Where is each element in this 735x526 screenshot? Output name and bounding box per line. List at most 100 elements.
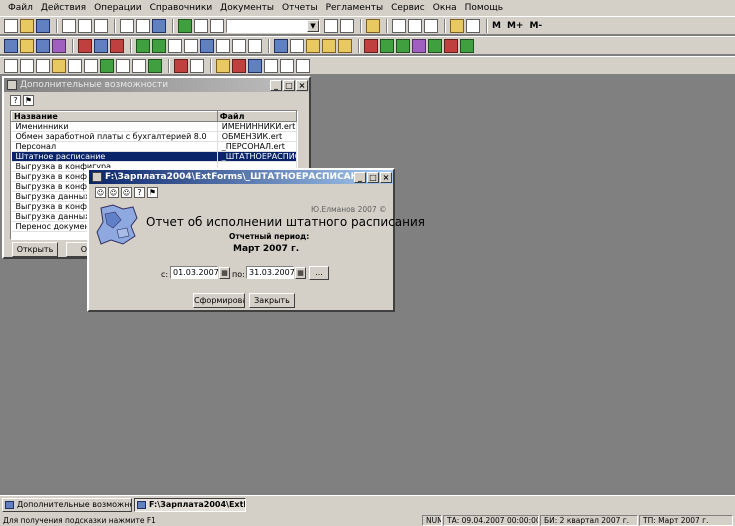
menu-references[interactable]: Справочники: [146, 0, 217, 16]
task-report[interactable]: F:\Зарплата2004\ExtForms...: [134, 498, 246, 512]
clock-icon[interactable]: [296, 58, 310, 73]
minimize-button[interactable]: _: [354, 171, 366, 183]
chart-bar-icon[interactable]: [52, 58, 66, 73]
additional-features-titlebar[interactable]: Дополнительные возможности _ □ ×: [4, 78, 309, 92]
document-2-icon[interactable]: [248, 38, 262, 53]
print-icon[interactable]: [120, 18, 134, 33]
form-icon[interactable]: [4, 58, 18, 73]
person-icon[interactable]: [94, 38, 108, 53]
tools-icon[interactable]: [364, 38, 378, 53]
list-icon[interactable]: [36, 38, 50, 53]
filter-icon[interactable]: ⚑: [23, 95, 34, 106]
menu-reports[interactable]: Отчеты: [278, 0, 322, 16]
close-button[interactable]: ×: [296, 79, 308, 91]
flag-icon[interactable]: [444, 38, 458, 53]
undo-icon[interactable]: [194, 18, 208, 33]
maximize-button[interactable]: □: [283, 79, 295, 91]
edit-icon[interactable]: [190, 58, 204, 73]
menu-regulations[interactable]: Регламенты: [322, 0, 388, 16]
table-row[interactable]: Персонал _ПЕРСОНАЛ.ert: [11, 141, 297, 152]
menu-service[interactable]: Сервис: [387, 0, 429, 16]
menu-actions[interactable]: Действия: [37, 0, 90, 16]
open-folder-icon[interactable]: [20, 18, 34, 33]
chevron-down-icon[interactable]: ▼: [307, 19, 319, 32]
table-row[interactable]: Именинники ИМЕНИННИКИ.ert: [11, 121, 297, 132]
menu-help[interactable]: Помощь: [461, 0, 507, 16]
building-icon[interactable]: [52, 38, 66, 53]
calculator-icon[interactable]: [178, 18, 192, 33]
calendar-from-icon[interactable]: ▦: [219, 267, 230, 279]
paper-icon[interactable]: [216, 38, 230, 53]
paste-icon[interactable]: [94, 18, 108, 33]
clipboard-icon[interactable]: [466, 18, 480, 33]
coins-icon[interactable]: [322, 38, 336, 53]
person-red-icon[interactable]: [110, 38, 124, 53]
money-icon[interactable]: [428, 38, 442, 53]
table-row-selected[interactable]: Штатное расписание _ШТАТНОЕРАСПИС: [11, 151, 297, 162]
properties-icon[interactable]: [152, 18, 166, 33]
gold-icon[interactable]: [216, 58, 230, 73]
pie-chart-icon[interactable]: [232, 58, 246, 73]
book-green-icon[interactable]: [136, 38, 150, 53]
page-icon[interactable]: [264, 58, 278, 73]
date-to-field[interactable]: 31.03.2007: [246, 266, 295, 279]
help-icon[interactable]: ?: [134, 187, 145, 198]
report-gray-icon[interactable]: [116, 58, 130, 73]
task-additional-features[interactable]: Дополнительные возможности: [2, 498, 132, 512]
print-preview-icon[interactable]: [136, 18, 150, 33]
date-from-field[interactable]: 01.03.2007: [170, 266, 219, 279]
emoji-icon[interactable]: [306, 38, 320, 53]
exit-icon[interactable]: [460, 38, 474, 53]
calendar-icon[interactable]: [408, 18, 422, 33]
save-icon[interactable]: [36, 18, 50, 33]
people-icon[interactable]: ☺: [95, 187, 106, 198]
help-icon[interactable]: [366, 18, 380, 33]
ledger-icon[interactable]: [148, 58, 162, 73]
menu-windows[interactable]: Окна: [429, 0, 461, 16]
select-period-button[interactable]: ...: [309, 266, 329, 280]
memory-button[interactable]: M: [492, 21, 501, 31]
book-icon[interactable]: [450, 18, 464, 33]
memory-plus-button[interactable]: M+: [507, 21, 524, 31]
chart-icon[interactable]: [396, 38, 410, 53]
notes-icon[interactable]: [424, 18, 438, 33]
memory-minus-button[interactable]: M-: [529, 21, 542, 31]
menu-operations[interactable]: Операции: [90, 0, 146, 16]
settings-icon[interactable]: [412, 38, 426, 53]
search-combo[interactable]: ▼: [226, 18, 320, 33]
copy-icon[interactable]: [78, 18, 92, 33]
spreadsheet-icon[interactable]: [36, 58, 50, 73]
forward-icon[interactable]: [174, 58, 188, 73]
redo-icon[interactable]: [210, 18, 224, 33]
statement-icon[interactable]: [84, 58, 98, 73]
cut-icon[interactable]: [62, 18, 76, 33]
report-icon[interactable]: [200, 38, 214, 53]
filter-icon[interactable]: ⚑: [147, 187, 158, 198]
calc-sheet-icon[interactable]: [280, 58, 294, 73]
pencil-icon[interactable]: [78, 38, 92, 53]
people-2-icon[interactable]: ☺: [108, 187, 119, 198]
column-header-file[interactable]: Файл: [216, 111, 297, 122]
document-icon[interactable]: [232, 38, 246, 53]
menu-documents[interactable]: Документы: [216, 0, 278, 16]
globe-icon[interactable]: [248, 58, 262, 73]
table-icon[interactable]: [168, 38, 182, 53]
maximize-button[interactable]: □: [367, 171, 379, 183]
close-button[interactable]: ×: [380, 171, 392, 183]
grid-icon[interactable]: [184, 38, 198, 53]
column-header-name[interactable]: Название: [11, 111, 218, 122]
menu-file[interactable]: Файл: [4, 0, 37, 16]
find-icon[interactable]: [324, 18, 338, 33]
monitor-icon[interactable]: [274, 38, 288, 53]
gear-icon[interactable]: [380, 38, 394, 53]
new-document-icon[interactable]: [4, 18, 18, 33]
report-green-icon[interactable]: [100, 58, 114, 73]
report-titlebar[interactable]: F:\Зарплата2004\ExtForms\_ШТАТНОЕРАСПИСА…: [89, 170, 393, 184]
journal-icon[interactable]: [152, 38, 166, 53]
build-button[interactable]: Сформировать: [193, 293, 245, 308]
help-icon[interactable]: ?: [10, 95, 21, 106]
employee-icon[interactable]: [4, 38, 18, 53]
coins-2-icon[interactable]: [338, 38, 352, 53]
close-report-button[interactable]: Закрыть: [249, 293, 295, 308]
table-2-icon[interactable]: [290, 38, 304, 53]
